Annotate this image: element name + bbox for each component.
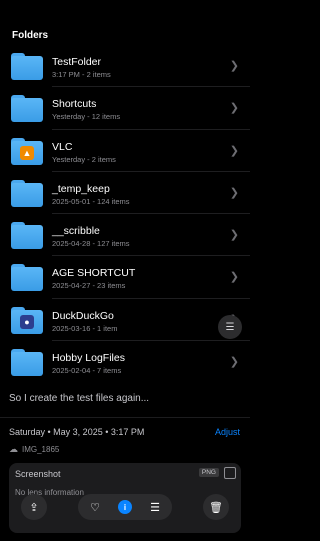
folder-name: Hobby LogFiles (52, 352, 125, 365)
info-icon[interactable]: i (118, 500, 132, 514)
chevron-right-icon: ❯ (229, 144, 239, 157)
folder-icon (11, 264, 43, 292)
delete-button[interactable]: 🗑 (203, 494, 229, 520)
adjust-button[interactable]: Adjust (215, 427, 240, 437)
photo-caption[interactable]: So I create the test files again... (9, 393, 149, 404)
scan-icon (224, 467, 236, 479)
chevron-right-icon: ❯ (229, 186, 239, 199)
heart-icon[interactable]: ♡ (88, 500, 102, 514)
folder-meta: Yesterday - 12 items (52, 112, 121, 122)
photo-actions-pill: ♡ i ☰ (78, 494, 172, 520)
vlc-cone-icon: ▲ (20, 145, 34, 160)
folder-row[interactable]: _temp_keep 2025-05-01 - 124 items ❯ (0, 172, 250, 215)
folder-name: TestFolder (52, 56, 102, 68)
live-text-button[interactable]: ☰ (218, 315, 242, 339)
card-title: Screenshot (15, 469, 61, 479)
folder-row[interactable]: __scribble 2025-04-28 - 127 items ❯ (0, 214, 250, 257)
share-icon: ⇪ (29, 501, 39, 514)
share-button[interactable]: ⇪ (21, 494, 47, 520)
folder-row[interactable]: Hobby LogFiles 2025-02-04 - 7 items ❯ (0, 341, 250, 383)
folder-row[interactable]: TestFolder 3:17 PM - 2 items ❯ (0, 45, 250, 88)
folders-header: Folders (12, 30, 49, 41)
folder-row[interactable]: ▲ VLC Yesterday - 2 items ❯ (0, 130, 250, 172)
live-text-icon: ☰ (225, 321, 235, 333)
folder-row[interactable]: Shortcuts Yesterday - 12 items ❯ (0, 87, 250, 130)
photo-filename-row: ☁ IMG_1865 (9, 444, 59, 455)
folder-meta: 2025-04-27 - 23 items (52, 281, 126, 291)
folder-icon (11, 179, 43, 207)
folder-icon (11, 95, 43, 123)
trash-icon: 🗑 (209, 501, 223, 514)
chevron-right-icon: ❯ (229, 102, 239, 115)
folder-list: TestFolder 3:17 PM - 2 items ❯ Shortcuts… (0, 45, 250, 383)
cloud-icon: ☁ (9, 444, 18, 454)
chevron-right-icon: ❯ (229, 356, 239, 369)
folder-row[interactable]: ● DuckDuckGo 2025-03-16 - 1 item ❯ (0, 299, 250, 342)
folder-meta: 2025-04-28 - 127 items (52, 239, 130, 249)
folder-row[interactable]: AGE SHORTCUT 2025-04-27 - 23 items ❯ (0, 256, 250, 299)
folder-icon: ● (11, 306, 43, 334)
folder-name: Shortcuts (52, 98, 97, 111)
folder-meta: 2025-05-01 - 124 items (52, 196, 130, 206)
chevron-right-icon: ❯ (229, 60, 239, 72)
chevron-right-icon: ❯ (229, 229, 239, 242)
folder-name: AGE SHORTCUT (52, 267, 136, 280)
folder-icon (11, 53, 43, 80)
folder-meta: Yesterday - 2 items (52, 154, 116, 164)
format-badge: PNG (198, 468, 219, 477)
folder-name: DuckDuckGo (52, 309, 114, 322)
divider (0, 417, 250, 418)
folder-meta: 3:17 PM - 2 items (52, 70, 111, 79)
folder-icon (11, 222, 43, 250)
folder-name: _temp_keep (52, 182, 110, 195)
folder-icon (11, 349, 43, 377)
folder-meta: 2025-03-16 - 1 item (52, 323, 118, 333)
duckduckgo-icon: ● (20, 314, 34, 329)
chevron-right-icon: ❯ (229, 271, 239, 284)
folder-name: __scribble (52, 225, 100, 238)
adjustments-icon[interactable]: ☰ (148, 500, 162, 514)
folder-meta: 2025-02-04 - 7 items (52, 366, 122, 376)
folder-icon: ▲ (11, 137, 43, 165)
photo-datetime: Saturday • May 3, 2025 • 3:17 PM (9, 427, 145, 437)
folder-name: VLC (52, 140, 73, 153)
photo-filename: IMG_1865 (22, 445, 60, 454)
